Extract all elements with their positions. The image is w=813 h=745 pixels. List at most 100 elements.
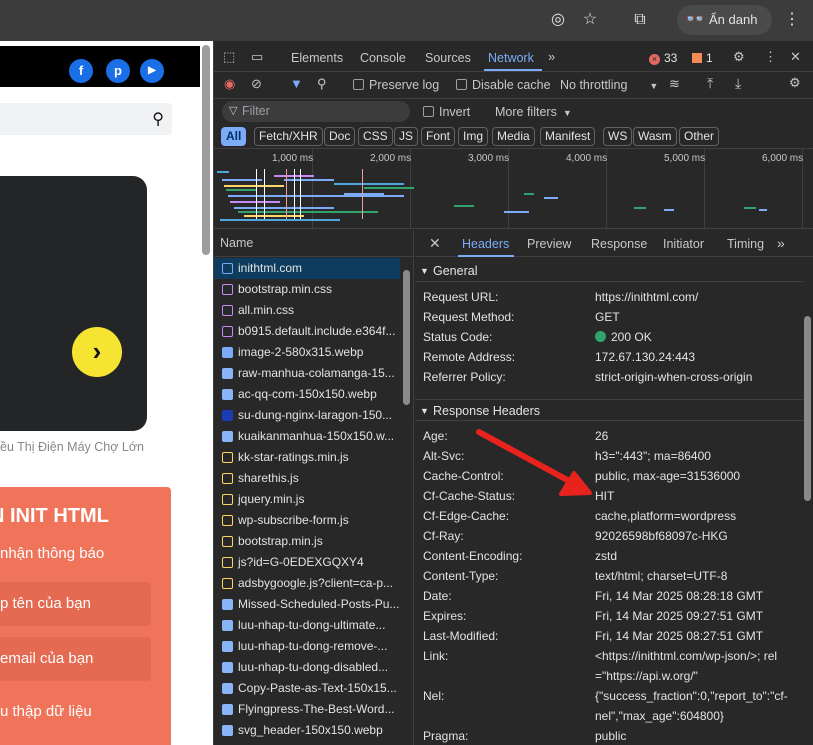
upload-har-icon[interactable]: ⤒ bbox=[707, 75, 713, 92]
request-row[interactable]: bootstrap.min.js bbox=[214, 531, 400, 552]
search-icon[interactable]: ⚲ bbox=[152, 109, 164, 129]
chip-manifest[interactable]: Manifest bbox=[540, 127, 596, 146]
filter-funnel-icon[interactable]: ▼ bbox=[290, 76, 303, 91]
header-value[interactable]: h3=":443"; ma=86400 bbox=[595, 446, 791, 466]
email-field[interactable]: email của bạn bbox=[0, 637, 151, 681]
tab-elements[interactable]: Elements bbox=[291, 51, 343, 65]
chip-font[interactable]: Font bbox=[421, 127, 456, 146]
close-devtools-icon[interactable]: ✕ bbox=[790, 49, 801, 65]
request-row[interactable]: luu-nhap-tu-dong-ultimate... bbox=[214, 615, 400, 636]
request-row[interactable]: luu-nhap-tu-dong-disabled... bbox=[214, 657, 400, 678]
request-row[interactable]: kuaikanmanhua-150x150.w... bbox=[214, 426, 400, 447]
search-icon[interactable]: ⚲ bbox=[317, 76, 327, 92]
tab-preview[interactable]: Preview bbox=[527, 237, 571, 251]
chip-all[interactable]: All bbox=[221, 127, 247, 146]
facebook-icon[interactable]: f bbox=[69, 59, 93, 83]
inspect-icon[interactable]: ⬚ bbox=[223, 49, 235, 65]
header-value[interactable]: strict-origin-when-cross-origin bbox=[595, 367, 791, 387]
settings-gear-icon[interactable]: ⚙ bbox=[733, 49, 745, 65]
general-section-header[interactable]: ▼ General bbox=[415, 260, 803, 282]
request-row[interactable]: kk-star-ratings.min.js bbox=[214, 447, 400, 468]
chip-ws[interactable]: WS bbox=[603, 127, 633, 146]
request-list-scrollbar[interactable] bbox=[403, 270, 410, 405]
disable-cache-checkbox[interactable]: Disable cache bbox=[456, 78, 551, 92]
header-value[interactable]: zstd bbox=[595, 546, 791, 566]
name-field[interactable]: p tên của bạn bbox=[0, 582, 151, 626]
request-row[interactable]: su-dung-nginx-laragon-150... bbox=[214, 405, 400, 426]
request-row[interactable]: inithtml.com bbox=[214, 258, 400, 279]
chip-other[interactable]: Other bbox=[679, 127, 720, 146]
name-column-header[interactable]: Name bbox=[214, 230, 413, 257]
page-scrollbar[interactable] bbox=[202, 45, 210, 255]
record-icon[interactable]: ◉ bbox=[224, 76, 235, 92]
request-row[interactable]: Flyingpress-The-Best-Word... bbox=[214, 699, 400, 720]
close-icon[interactable]: ✕ bbox=[429, 235, 441, 252]
card-caption[interactable]: ều Thị Điện Máy Chợ Lớn bbox=[0, 440, 213, 454]
more-filters-dropdown[interactable]: More filters ▼ bbox=[495, 105, 572, 119]
clear-icon[interactable]: ⊘ bbox=[251, 76, 262, 92]
checkbox-box[interactable] bbox=[456, 79, 467, 90]
response-headers-section-header[interactable]: ▼ Response Headers bbox=[415, 399, 803, 421]
tab-timing[interactable]: Timing bbox=[727, 237, 764, 251]
tab-network[interactable]: Network bbox=[488, 51, 534, 65]
request-row[interactable]: sharethis.js bbox=[214, 468, 400, 489]
header-value[interactable]: 26 bbox=[595, 426, 791, 446]
request-row[interactable]: raw-manhua-colamanga-15... bbox=[214, 363, 400, 384]
tab-response[interactable]: Response bbox=[591, 237, 647, 251]
more-vert-icon[interactable]: ⋮ bbox=[764, 49, 777, 65]
eye-off-icon[interactable]: ◎ bbox=[547, 9, 569, 31]
header-value[interactable]: {"success_fraction":0,"report_to":"cf-ne… bbox=[595, 686, 791, 726]
request-row[interactable]: luu-nhap-tu-dong-remove-... bbox=[214, 636, 400, 657]
chip-wasm[interactable]: Wasm bbox=[633, 127, 677, 146]
request-row[interactable]: jquery.min.js bbox=[214, 489, 400, 510]
tab-sources[interactable]: Sources bbox=[425, 51, 471, 65]
network-timeline-overview[interactable]: 1,000 ms 2,000 ms 3,000 ms 4,000 ms 5,000 ms… bbox=[214, 149, 813, 229]
featured-card[interactable] bbox=[0, 176, 147, 431]
header-value[interactable]: Fri, 14 Mar 2025 08:28:18 GMT bbox=[595, 586, 791, 606]
error-counter[interactable]: × 33 bbox=[649, 51, 677, 65]
checkbox-box[interactable] bbox=[353, 79, 364, 90]
request-row[interactable]: svg_header-150x150.webp bbox=[214, 720, 400, 741]
download-har-icon[interactable]: ⤓ bbox=[735, 75, 741, 92]
header-value[interactable]: <https://inithtml.com/wp-json/>; rel="ht… bbox=[595, 646, 791, 686]
more-tabs-icon[interactable]: » bbox=[548, 49, 555, 64]
request-row[interactable]: bootstrap.min.css bbox=[214, 279, 400, 300]
request-row[interactable]: Copy-Paste-as-Text-150x15... bbox=[214, 678, 400, 699]
network-settings-icon[interactable]: ⚙ bbox=[789, 75, 801, 91]
header-value[interactable]: cache,platform=wordpress bbox=[595, 506, 791, 526]
chip-css[interactable]: CSS bbox=[358, 127, 393, 146]
header-value[interactable]: Fri, 14 Mar 2025 09:27:51 GMT bbox=[595, 606, 791, 626]
tab-console[interactable]: Console bbox=[360, 51, 406, 65]
more-tabs-icon[interactable]: » bbox=[777, 235, 785, 251]
throttling-select[interactable]: No throttling ▼ bbox=[560, 78, 658, 92]
network-conditions-icon[interactable]: ≋ bbox=[669, 76, 680, 92]
request-row[interactable]: b0915.default.include.e364f... bbox=[214, 321, 400, 342]
request-row[interactable]: image-2-580x315.webp bbox=[214, 342, 400, 363]
star-icon[interactable]: ☆ bbox=[579, 9, 601, 31]
request-row[interactable]: all.min.css bbox=[214, 300, 400, 321]
header-value[interactable]: Fri, 14 Mar 2025 08:27:51 GMT bbox=[595, 626, 791, 646]
request-row[interactable]: ac-qq-com-150x150.webp bbox=[214, 384, 400, 405]
header-value[interactable]: 92026598bf68097c-HKG bbox=[595, 526, 791, 546]
invert-checkbox[interactable]: Invert bbox=[423, 105, 470, 119]
tab-initiator[interactable]: Initiator bbox=[663, 237, 704, 251]
chip-media[interactable]: Media bbox=[492, 127, 535, 146]
chip-js[interactable]: JS bbox=[394, 127, 419, 146]
request-row[interactable]: adsbygoogle.js?client=ca-p... bbox=[214, 573, 400, 594]
youtube-icon[interactable]: ▶ bbox=[140, 59, 164, 83]
pinterest-icon[interactable]: p bbox=[106, 59, 130, 83]
header-value[interactable]: public, max-age=31536000 bbox=[595, 466, 791, 486]
tab-headers[interactable]: Headers bbox=[462, 237, 509, 251]
header-value[interactable]: HIT bbox=[595, 486, 791, 506]
next-arrow-button[interactable]: › bbox=[72, 327, 122, 377]
header-value[interactable]: GET bbox=[595, 307, 791, 327]
header-value[interactable]: https://inithtml.com/ bbox=[595, 287, 791, 307]
header-value[interactable]: public bbox=[595, 726, 791, 745]
incognito-badge[interactable]: 👓 Ẩn danh bbox=[677, 5, 772, 35]
site-search-input[interactable]: ⚲ bbox=[0, 103, 172, 135]
details-scrollbar[interactable] bbox=[804, 316, 811, 501]
chip-img[interactable]: Img bbox=[458, 127, 489, 146]
header-value[interactable]: text/html; charset=UTF-8 bbox=[595, 566, 791, 586]
request-row[interactable]: wp-subscribe-form.js bbox=[214, 510, 400, 531]
header-value[interactable]: 200 OK bbox=[595, 327, 791, 347]
